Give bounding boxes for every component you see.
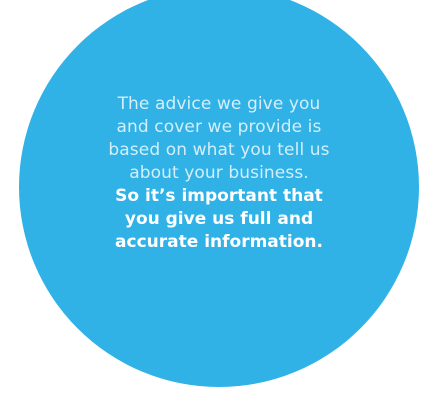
emphasis-line: you give us full and bbox=[124, 209, 314, 229]
message-line: The advice we give you bbox=[117, 94, 321, 114]
emphasis-line: accurate information. bbox=[115, 232, 323, 252]
info-message: The advice we give you and cover we prov… bbox=[64, 93, 374, 254]
emphasis-line: So it’s important that bbox=[115, 186, 323, 206]
message-line: based on what you tell us bbox=[108, 140, 330, 160]
message-line: about your business. bbox=[129, 163, 309, 183]
info-graphic: The advice we give you and cover we prov… bbox=[0, 0, 438, 397]
message-line: and cover we provide is bbox=[116, 117, 322, 137]
